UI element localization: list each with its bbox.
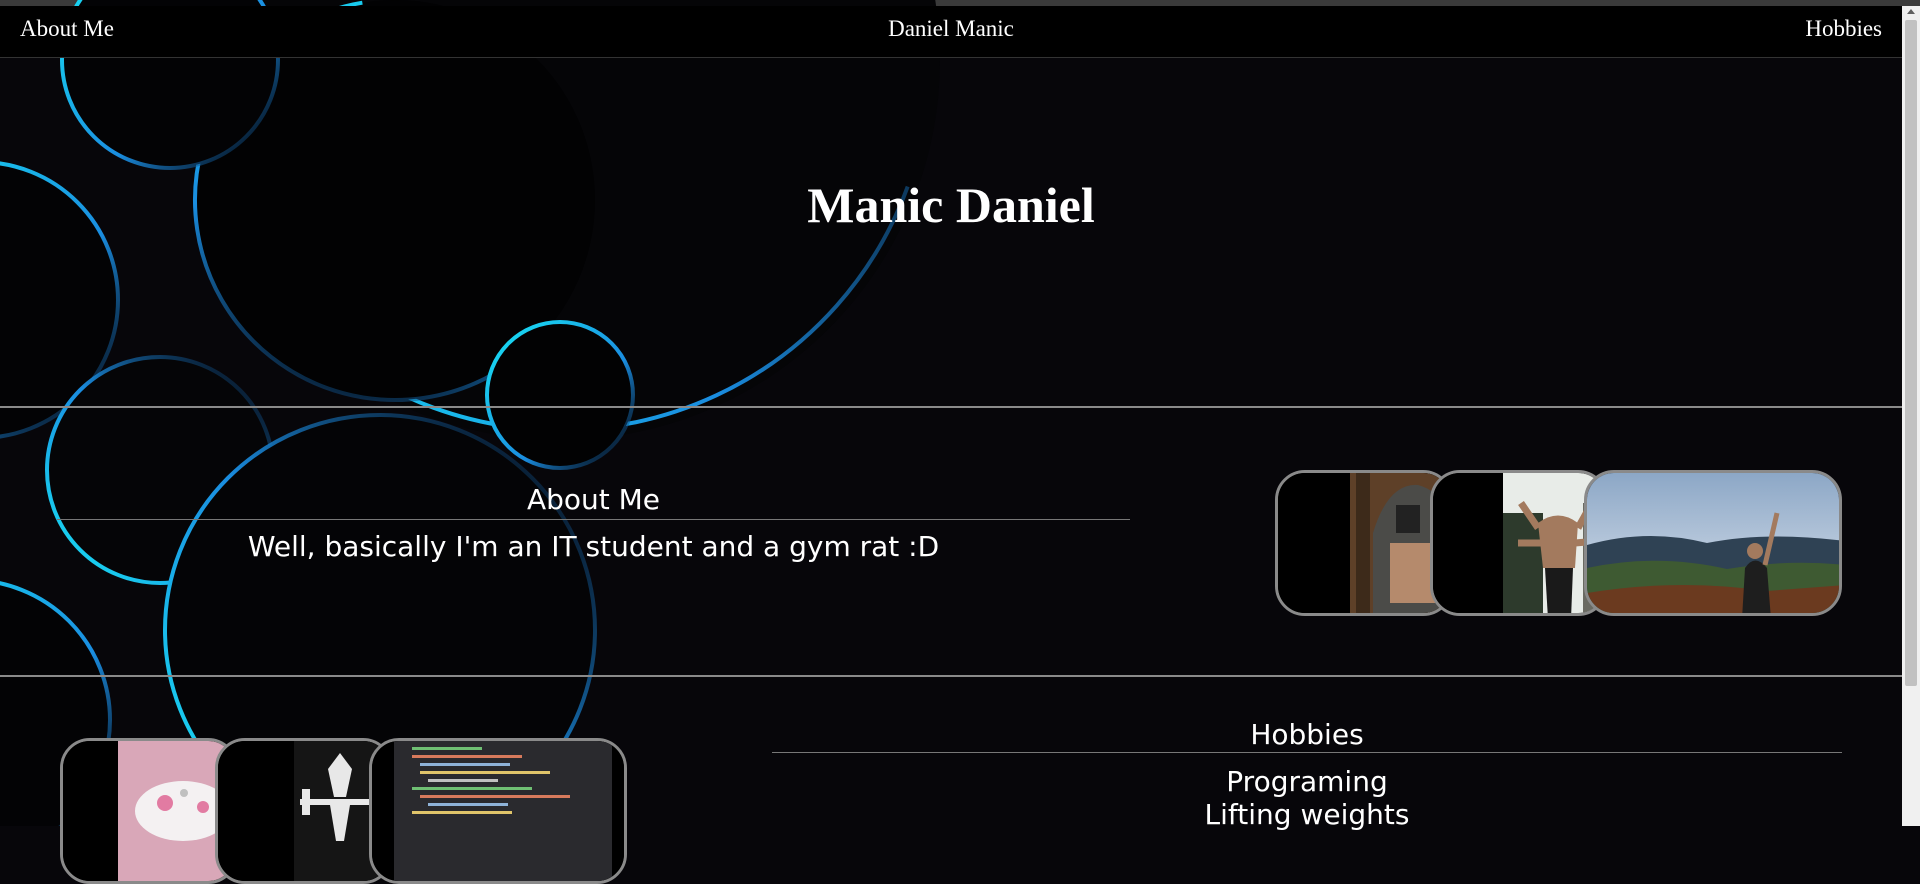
mountain-landscape-photo	[1587, 473, 1839, 613]
about-photo-card[interactable]	[1584, 470, 1842, 616]
about-heading: About Me	[526, 483, 661, 516]
weightlifting-logo-photo	[218, 741, 390, 881]
hobby-item: Programing	[1226, 765, 1388, 798]
hobby-item: Lifting weights	[1204, 798, 1410, 831]
scrollbar-thumb[interactable]	[1905, 20, 1917, 686]
about-heading-underline	[57, 519, 1130, 520]
gamepad-controller-photo	[63, 741, 235, 881]
nav-hobbies-link[interactable]: Hobbies	[1805, 16, 1882, 42]
about-photo-card[interactable]	[1430, 470, 1608, 616]
hobbies-heading: Hobbies	[1250, 718, 1364, 751]
section-divider-bottom	[0, 675, 1902, 677]
nav-home-label: Daniel Manic	[888, 16, 1014, 41]
about-photo-gallery	[1275, 470, 1842, 616]
about-text: Well, basically I'm an IT student and a …	[247, 530, 940, 563]
page-title: Manic Daniel	[807, 177, 1095, 233]
hobby-photo-card[interactable]	[215, 738, 393, 884]
hobby-photo-card[interactable]	[369, 738, 627, 884]
about-photo-card[interactable]	[1275, 470, 1453, 616]
hobby-photo-card[interactable]	[60, 738, 238, 884]
nav-home-link[interactable]: Daniel Manic	[0, 16, 1902, 42]
hobbies-heading-underline	[772, 752, 1842, 753]
hoodie-mirror-selfie-photo	[1278, 473, 1450, 613]
scroll-up-arrow-icon[interactable]	[1907, 9, 1915, 14]
page-scrollbar[interactable]	[1902, 6, 1920, 826]
hobbies-photo-gallery	[60, 738, 627, 884]
background-circles-art	[0, 0, 940, 826]
multi-arm-gym-photo	[1433, 473, 1605, 613]
section-divider-top	[0, 406, 1902, 408]
code-screen-photo	[372, 741, 624, 881]
top-navbar: About Me Daniel Manic Hobbies	[0, 6, 1902, 58]
